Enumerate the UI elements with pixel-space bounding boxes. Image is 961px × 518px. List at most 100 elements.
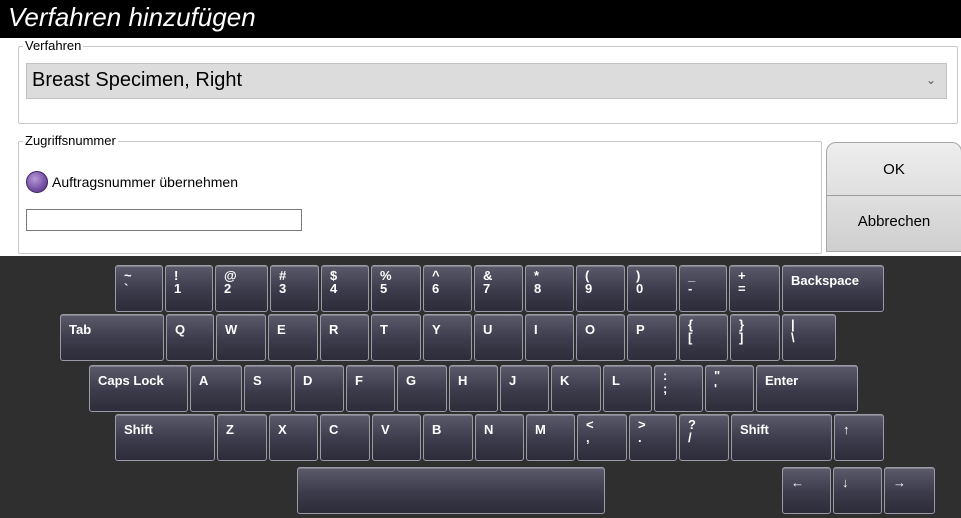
key-w-button[interactable]: W [216, 314, 266, 361]
key-6-button[interactable]: ^ 6 [423, 265, 472, 312]
key-r-button[interactable]: R [320, 314, 369, 361]
key-sym-10-button[interactable]: :; [654, 365, 703, 412]
zugriffsnummer-group: Zugriffsnummer Auftragsnummer übernehmen [18, 133, 822, 254]
key-u-button[interactable]: U [474, 314, 523, 361]
key-label: Q [175, 322, 186, 337]
zugriffsnummer-label: Zugriffsnummer [23, 133, 118, 148]
key-label: H [458, 373, 468, 388]
key-label: ` [124, 281, 129, 296]
key-arrow-right-button[interactable]: → [884, 467, 935, 514]
key-q-button[interactable]: Q [166, 314, 214, 361]
key-p-button[interactable]: P [627, 314, 677, 361]
key-space-button[interactable] [297, 467, 605, 514]
key-b-button[interactable]: B [423, 414, 473, 461]
key-7-button[interactable]: & 7 [474, 265, 523, 312]
key-label: / [688, 430, 692, 445]
key-enter-button[interactable]: Enter [756, 365, 858, 412]
key-label: → [893, 475, 906, 490]
key-j-button[interactable]: J [500, 365, 549, 412]
key-sym-0-button[interactable]: ~ ` [115, 265, 163, 312]
key-label: Shift [124, 422, 153, 437]
key-label: L [612, 373, 620, 388]
key-label: X [278, 422, 287, 437]
key-1-button[interactable]: ! 1 [165, 265, 213, 312]
key-label: Z [226, 422, 234, 437]
verfahren-dropdown[interactable]: Breast Specimen, Right ⌄ [26, 63, 947, 99]
key-label: 9 [585, 281, 593, 296]
key-8-button[interactable]: * 8 [525, 265, 574, 312]
cancel-button[interactable]: Abbrechen [827, 195, 961, 247]
key-label: W [225, 322, 238, 337]
key-e-button[interactable]: E [268, 314, 318, 361]
key-label: B [432, 422, 442, 437]
key-d-button[interactable]: D [294, 365, 344, 412]
key-sym-10-button[interactable]: ? / [679, 414, 729, 461]
verfahren-group: Verfahren Breast Specimen, Right ⌄ [18, 38, 958, 124]
chevron-down-icon: ⌄ [925, 73, 936, 87]
auftragsnummer-radio-label: Auftragsnummer übernehmen [52, 174, 238, 190]
key-sym-12-button[interactable]: + = [729, 265, 780, 312]
key-label: 2 [224, 281, 232, 296]
key-4-button[interactable]: $4 [321, 265, 369, 312]
key-z-button[interactable]: Z [217, 414, 267, 461]
key-label: 3 [279, 281, 287, 296]
key-i-button[interactable]: I [525, 314, 574, 361]
key-label: 5 [380, 281, 388, 296]
key-sym-11-button[interactable]: _ - [679, 265, 727, 312]
key-sym-12-button[interactable]: }] [730, 314, 780, 361]
key-label: Shift [740, 422, 769, 437]
key-sym-9-button[interactable]: >. [629, 414, 677, 461]
key-label: 4 [330, 281, 338, 296]
radio-button-icon[interactable] [26, 171, 48, 193]
key-arrow-down-button[interactable]: ↓ [833, 467, 882, 514]
key-v-button[interactable]: V [372, 414, 421, 461]
key-label: Caps Lock [98, 373, 164, 388]
auftragsnummer-radio[interactable]: Auftragsnummer übernehmen [26, 171, 238, 193]
key-label: V [381, 422, 390, 437]
key-g-button[interactable]: G [397, 365, 447, 412]
verfahren-label: Verfahren [23, 38, 84, 53]
key-shift-button[interactable]: Shift [115, 414, 215, 461]
key-label: E [277, 322, 286, 337]
key-o-button[interactable]: O [576, 314, 625, 361]
key-l-button[interactable]: L [603, 365, 652, 412]
key-n-button[interactable]: N [475, 414, 524, 461]
key-label: 6 [432, 281, 440, 296]
key-sym-11-button[interactable]: {[ [679, 314, 728, 361]
key-5-button[interactable]: % 5 [371, 265, 421, 312]
key-k-button[interactable]: K [551, 365, 601, 412]
key-shift-button[interactable]: Shift [731, 414, 832, 461]
key-m-button[interactable]: M [526, 414, 575, 461]
key-0-button[interactable]: ) 0 [627, 265, 677, 312]
key-h-button[interactable]: H [449, 365, 498, 412]
key-backspace-button[interactable]: Backspace [782, 265, 884, 312]
key-tab-button[interactable]: Tab [60, 314, 164, 361]
key-x-button[interactable]: X [269, 414, 318, 461]
key-label: A [199, 373, 209, 388]
key-c-button[interactable]: C [320, 414, 370, 461]
key-label: P [636, 322, 645, 337]
key-3-button[interactable]: #3 [270, 265, 319, 312]
ok-button[interactable]: OK [827, 143, 961, 196]
zugriffsnummer-input[interactable] [26, 209, 302, 231]
key-label: D [303, 373, 313, 388]
key-arrow-left-button[interactable]: ← [782, 467, 831, 514]
key-sym-11-button[interactable]: " ' [705, 365, 754, 412]
key-label: 0 [636, 281, 644, 296]
verfahren-selected-value: Breast Specimen, Right [32, 69, 243, 91]
key-y-button[interactable]: Y [423, 314, 472, 361]
key-arrow-up-button[interactable]: ↑ [834, 414, 884, 461]
key-label: . [638, 430, 642, 445]
key-label: Backspace [791, 273, 859, 288]
key-sym-13-button[interactable]: | \ [782, 314, 836, 361]
key-sym-8-button[interactable]: <, [577, 414, 627, 461]
key-s-button[interactable]: S [244, 365, 292, 412]
key-caps-lock-button[interactable]: Caps Lock [89, 365, 188, 412]
key-label: M [535, 422, 546, 437]
key-f-button[interactable]: F [346, 365, 395, 412]
key-t-button[interactable]: T [371, 314, 421, 361]
key-2-button[interactable]: @2 [215, 265, 268, 312]
key-9-button[interactable]: (9 [576, 265, 625, 312]
key-a-button[interactable]: A [190, 365, 242, 412]
key-label: 1 [174, 281, 182, 296]
